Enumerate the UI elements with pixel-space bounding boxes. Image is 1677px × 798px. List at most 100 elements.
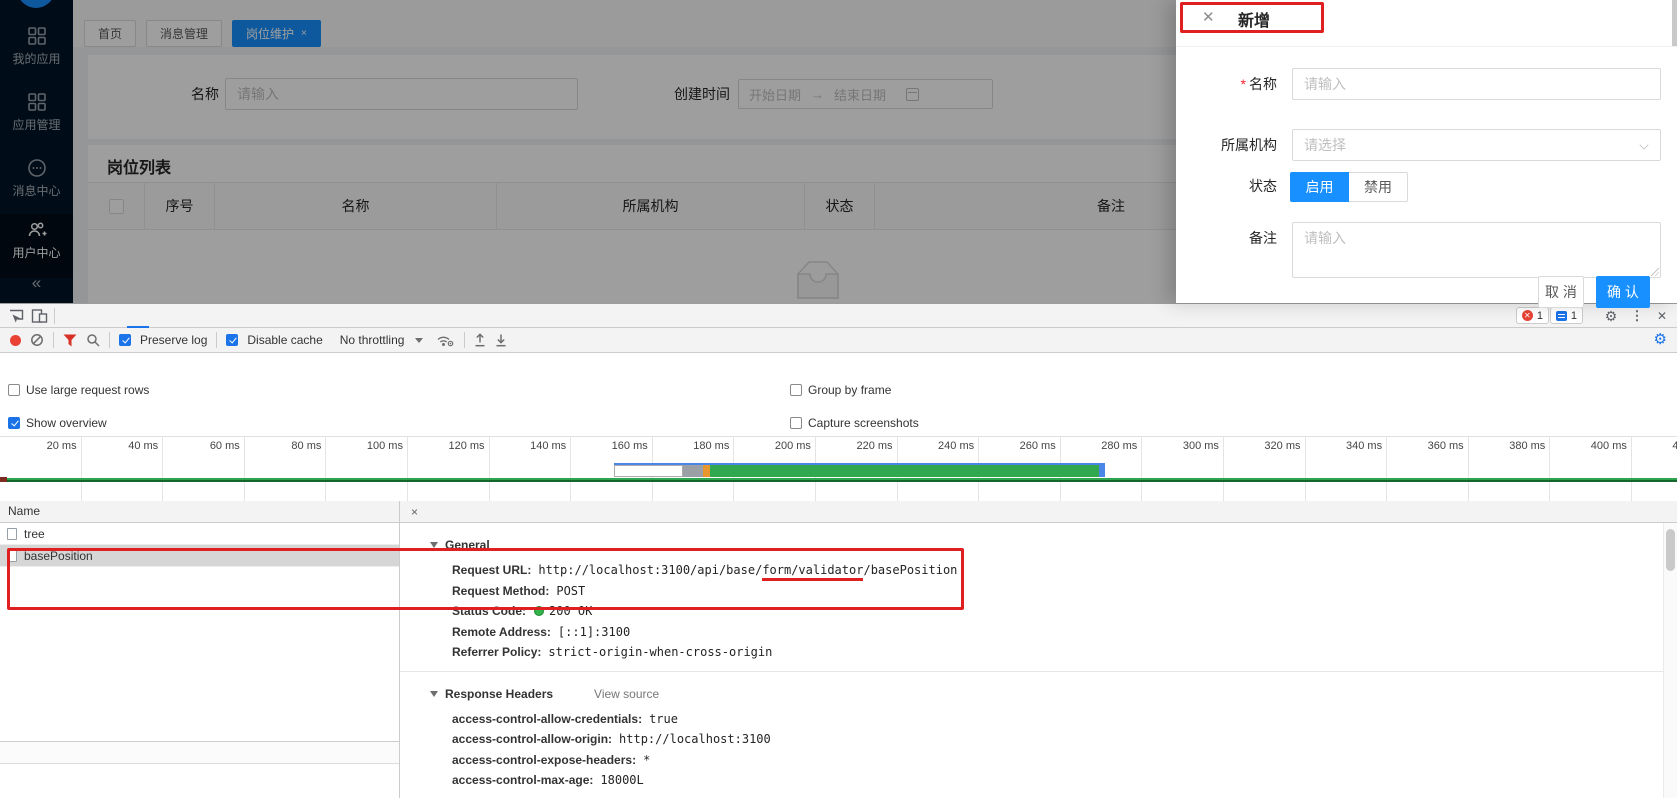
header-line: Request URL:http://localhost:3100/api/ba… — [400, 560, 1663, 581]
required-asterisk: * — [1241, 76, 1246, 92]
ruler-tick: 80 ms — [245, 437, 327, 501]
devtools-tab[interactable] — [171, 304, 193, 328]
clear-icon[interactable] — [30, 333, 44, 347]
request-name: tree — [24, 527, 45, 541]
capture-screenshots-option: Capture screenshots — [790, 413, 919, 433]
device-toolbar-icon[interactable] — [31, 308, 48, 324]
devtools-tabs — [61, 304, 237, 328]
drawer-name-input[interactable] — [1292, 68, 1661, 100]
cancel-button[interactable]: 取 消 — [1538, 276, 1584, 308]
remark-field-label: 备注 — [1176, 222, 1277, 254]
screen: 首页 消息管理 岗位维护 × 名称 创建时间 开始日期 → 结束日期 岗位列表 … — [0, 0, 1677, 798]
devtools-tab[interactable] — [127, 304, 149, 328]
divider — [109, 332, 110, 348]
overview-first-request-mark — [0, 477, 7, 482]
scrollbar-thumb[interactable] — [1666, 529, 1675, 571]
scrollbar-thumb[interactable] — [1672, 0, 1677, 46]
remark-textarea[interactable] — [1292, 222, 1661, 278]
divider — [54, 308, 55, 324]
name-field-label: *名称 — [1176, 68, 1277, 100]
devtools-tab[interactable] — [105, 304, 127, 328]
import-har-icon[interactable] — [474, 333, 486, 347]
request-list-header[interactable]: Name — [0, 501, 399, 523]
error-count-badge[interactable]: ✕1 — [1516, 307, 1549, 324]
close-icon[interactable]: ✕ — [1653, 304, 1671, 328]
section-divider — [400, 671, 1663, 672]
capture-screenshots-checkbox[interactable] — [790, 417, 802, 429]
devtools-tab[interactable] — [61, 304, 83, 328]
devtools-tabbar: ✕1 1 ⚙ ⋮ ✕ — [0, 304, 1677, 328]
scrollbar-track[interactable] — [1663, 523, 1677, 798]
inspect-element-icon[interactable] — [8, 308, 25, 324]
show-overview-checkbox[interactable] — [8, 417, 20, 429]
header-line: access-control-expose-headers:* — [400, 750, 1663, 771]
show-overview-label: Show overview — [26, 416, 107, 430]
chevron-down-icon — [1639, 140, 1648, 149]
request-row[interactable]: basePosition — [0, 545, 399, 567]
devtools-tab[interactable] — [215, 304, 237, 328]
close-details-icon[interactable]: × — [400, 505, 427, 519]
selection-orange-segment — [703, 465, 710, 477]
org-field-label: 所属机构 — [1176, 129, 1277, 161]
disable-cache-checkbox[interactable] — [226, 334, 238, 346]
app-region: 首页 消息管理 岗位维护 × 名称 创建时间 开始日期 → 结束日期 岗位列表 … — [0, 0, 1677, 303]
status-enable-button[interactable]: 启用 — [1290, 172, 1349, 202]
ruler-tick: 360 ms — [1387, 437, 1469, 501]
ruler-tick: 40 ms — [82, 437, 164, 501]
search-icon[interactable] — [86, 333, 100, 347]
throttling-select[interactable]: No throttling — [340, 333, 405, 347]
timeline-overview[interactable]: 20 ms40 ms60 ms80 ms100 ms120 ms140 ms16… — [0, 436, 1677, 501]
group-by-frame-checkbox[interactable] — [790, 384, 802, 396]
preserve-log-checkbox[interactable] — [119, 334, 131, 346]
request-list-pane: Name tree basePosition — [0, 501, 400, 798]
selection-green-segment — [710, 465, 1099, 477]
drawer-mask[interactable] — [0, 0, 1176, 303]
status-green-dot-icon — [534, 606, 544, 616]
divider — [216, 332, 217, 348]
divider — [464, 332, 465, 348]
ruler-tick: 60 ms — [163, 437, 245, 501]
ruler-tick: 120 ms — [408, 437, 490, 501]
devtools-tab[interactable] — [193, 304, 215, 328]
ruler-tick: 300 ms — [1142, 437, 1224, 501]
headers-content: General Request URL:http://localhost:310… — [400, 523, 1663, 798]
header-line: Referrer Policy:strict-origin-when-cross… — [400, 642, 1663, 663]
error-icon: ✕ — [1522, 310, 1533, 321]
disable-cache-label: Disable cache — [247, 333, 322, 347]
org-select[interactable]: 请选择 — [1292, 129, 1661, 161]
message-count-badge[interactable]: 1 — [1550, 307, 1583, 324]
close-icon[interactable]: ✕ — [1202, 8, 1215, 26]
org-select-placeholder: 请选择 — [1304, 137, 1346, 153]
selection-white-segment — [614, 465, 683, 477]
request-row[interactable]: tree — [0, 523, 399, 545]
request-details-pane: × General Request URL:http://localhost:3… — [400, 501, 1677, 798]
large-rows-checkbox[interactable] — [8, 384, 20, 396]
network-settings-gear-icon[interactable]: ⚙ — [1654, 330, 1667, 348]
large-rows-label: Use large request rows — [26, 383, 149, 397]
details-tabbar: × — [400, 501, 1677, 523]
view-source-link[interactable]: View source — [594, 687, 659, 701]
overview-selection[interactable] — [614, 463, 1105, 477]
filter-icon[interactable] — [63, 334, 77, 347]
triangle-down-icon — [430, 542, 438, 548]
status-disable-button[interactable]: 禁用 — [1349, 172, 1408, 202]
show-overview-option: Show overview — [8, 413, 107, 433]
confirm-button[interactable]: 确 认 — [1596, 276, 1650, 308]
record-icon[interactable] — [10, 335, 21, 346]
ruler-tick: 340 ms — [1306, 437, 1388, 501]
add-drawer: ✕ 新增 *名称 所属机构 请选择 状态 启用 禁用 备注 取 消 确 认 — [1176, 0, 1677, 303]
response-headers-section-header[interactable]: Response Headers View source — [430, 684, 1663, 704]
selection-gray-segment — [683, 465, 703, 477]
export-har-icon[interactable] — [495, 333, 507, 347]
large-rows-option: Use large request rows — [8, 380, 149, 400]
header-line: access-control-max-age:18000L — [400, 770, 1663, 791]
network-conditions-icon[interactable] — [436, 333, 455, 347]
request-rows: tree basePosition — [0, 523, 399, 567]
general-section-header[interactable]: General — [430, 535, 1663, 555]
request-name: basePosition — [24, 549, 93, 563]
capture-screenshots-label: Capture screenshots — [808, 416, 919, 430]
overview-darkgreen-line — [0, 480, 1677, 482]
header-line: access-control-allow-origin:http://local… — [400, 729, 1663, 750]
devtools-tab[interactable] — [149, 304, 171, 328]
devtools-tab[interactable] — [83, 304, 105, 328]
